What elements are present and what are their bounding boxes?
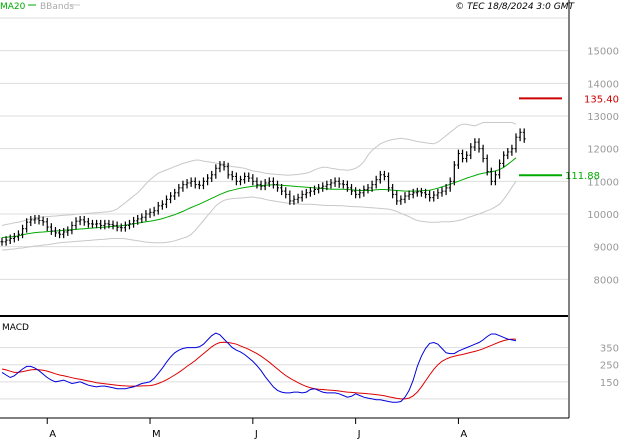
price-y-tick-label: 10000 xyxy=(587,210,619,221)
bbands-legend-label: BBands xyxy=(40,2,74,12)
price-y-tick-label: 15000 xyxy=(587,47,619,58)
x-tick-label: A xyxy=(460,429,467,440)
copyright-timestamp: © TEC 18/8/2024 3:0 GMT xyxy=(455,2,575,12)
price-y-tick-label: 12000 xyxy=(587,145,619,156)
price-bars xyxy=(0,128,526,246)
macd-y-tick-label: 350 xyxy=(600,344,619,355)
last-price-marker-label: 135.40 xyxy=(584,94,619,105)
x-tick-label: A xyxy=(49,429,56,440)
macd-title: MACD xyxy=(2,323,29,333)
macd-y-tick-label: 150 xyxy=(600,378,619,389)
x-tick-label: J xyxy=(254,429,258,440)
macd-y-tick-label: 250 xyxy=(600,361,619,372)
x-tick-label: J xyxy=(357,429,361,440)
macd-y-axis-labels: 150 250 350 xyxy=(600,344,619,389)
x-axis: AMJJA xyxy=(46,418,467,440)
bband-lower xyxy=(2,181,517,251)
price-y-tick-label: 9000 xyxy=(594,243,619,254)
bband-upper xyxy=(1,122,517,226)
ma-marker-label: 111.88 xyxy=(565,171,600,182)
macd-line xyxy=(1,332,517,403)
x-tick-label: M xyxy=(152,429,161,440)
ma20-legend-label: MA20 xyxy=(0,2,26,12)
price-y-tick-label: 8000 xyxy=(594,275,619,286)
macd-gridlines xyxy=(0,347,568,400)
price-y-tick-label: 14000 xyxy=(587,79,619,90)
macd-lines xyxy=(1,332,517,403)
price-y-tick-label: 13000 xyxy=(587,112,619,123)
price-y-axis-labels: 80009000100001100012000130001400015000 xyxy=(587,47,619,287)
stock-chart: MA20 BBands © TEC 18/8/2024 3:0 GMT 8000… xyxy=(0,0,619,440)
